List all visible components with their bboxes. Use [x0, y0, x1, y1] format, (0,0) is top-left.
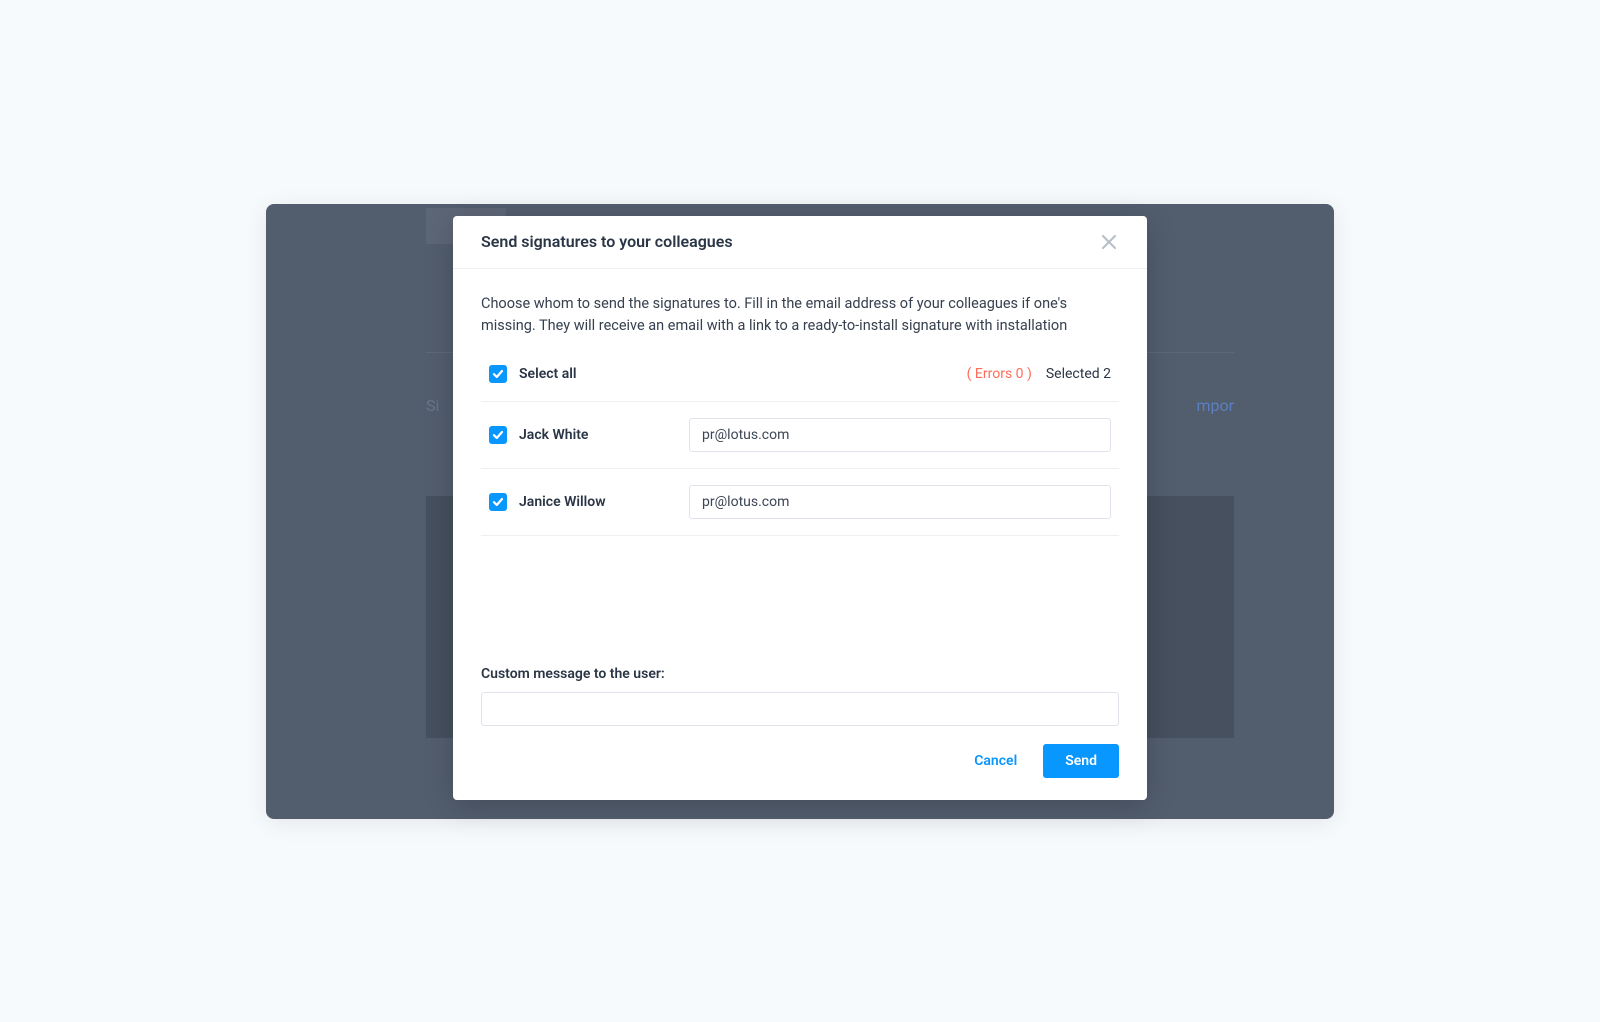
- background-hint-text-left: Si: [426, 396, 439, 415]
- send-signatures-modal: Send signatures to your colleagues Choos…: [453, 216, 1147, 800]
- errors-count: ( Errors 0 ): [967, 366, 1032, 382]
- user-checkbox[interactable]: [489, 426, 507, 444]
- user-email-input[interactable]: [689, 418, 1111, 452]
- modal-header: Send signatures to your colleagues: [453, 216, 1147, 269]
- modal-description: Choose whom to send the signatures to. F…: [481, 293, 1119, 338]
- user-row: Jack White: [481, 402, 1119, 469]
- close-button[interactable]: [1099, 232, 1119, 252]
- modal-body: Choose whom to send the signatures to. F…: [453, 269, 1147, 726]
- close-icon: [1102, 235, 1116, 249]
- custom-message-input[interactable]: [481, 692, 1119, 726]
- checkmark-icon: [492, 368, 504, 380]
- modal-footer: Cancel Send: [453, 726, 1147, 800]
- user-name: Janice Willow: [519, 494, 677, 510]
- user-checkbox[interactable]: [489, 493, 507, 511]
- user-email-input[interactable]: [689, 485, 1111, 519]
- user-name: Jack White: [519, 427, 677, 443]
- selected-count: Selected 2: [1046, 366, 1111, 382]
- send-button[interactable]: Send: [1043, 744, 1119, 778]
- select-all-label: Select all: [519, 366, 577, 382]
- cancel-button[interactable]: Cancel: [974, 753, 1017, 769]
- custom-message-section: Custom message to the user:: [481, 626, 1119, 726]
- select-all-control: Select all: [489, 365, 577, 383]
- app-backdrop: Si mpor Send signatures to your colleagu…: [266, 204, 1334, 819]
- custom-message-label: Custom message to the user:: [481, 666, 1119, 682]
- selection-status: ( Errors 0 ) Selected 2: [967, 366, 1111, 382]
- checkmark-icon: [492, 429, 504, 441]
- select-all-row: Select all ( Errors 0 ) Selected 2: [481, 365, 1119, 402]
- checkmark-icon: [492, 496, 504, 508]
- modal-title: Send signatures to your colleagues: [481, 232, 733, 251]
- select-all-checkbox[interactable]: [489, 365, 507, 383]
- background-hint-text-right: mpor: [1196, 396, 1234, 415]
- user-row: Janice Willow: [481, 469, 1119, 536]
